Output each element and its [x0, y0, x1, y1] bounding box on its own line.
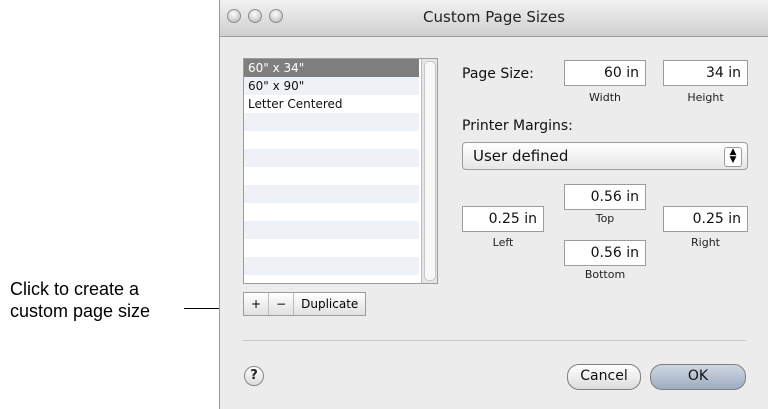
list-item[interactable] — [244, 221, 419, 239]
top-margin-field[interactable]: 0.56 in — [564, 184, 646, 210]
list-item[interactable] — [244, 257, 419, 275]
left-margin-label: Left — [492, 236, 514, 249]
bottom-margin-field[interactable]: 0.56 in — [564, 240, 646, 266]
list-button-group: + − Duplicate — [243, 292, 367, 316]
add-page-size-button[interactable]: + — [244, 293, 270, 315]
printer-margins-value: User defined — [473, 147, 569, 165]
custom-page-sizes-window: Custom Page Sizes 60" x 34" 60" x 90" Lett… — [219, 0, 768, 409]
width-label: Width — [589, 91, 621, 104]
remove-page-size-button[interactable]: − — [269, 293, 295, 315]
footer-divider — [243, 340, 746, 341]
right-margin-field[interactable]: 0.25 in — [663, 206, 748, 232]
page-size-list[interactable]: 60" x 34" 60" x 90" Letter Centered — [243, 58, 438, 284]
list-item[interactable] — [244, 131, 419, 149]
list-item[interactable] — [244, 167, 419, 185]
list-item[interactable] — [244, 203, 419, 221]
bottom-margin-label: Bottom — [584, 268, 626, 281]
page-size-list-rows: 60" x 34" 60" x 90" Letter Centered — [244, 59, 419, 275]
printer-margins-select[interactable]: User defined ▲ ▼ — [462, 142, 748, 170]
duplicate-page-size-button[interactable]: Duplicate — [294, 293, 365, 315]
callout-line-2: custom page size — [10, 301, 151, 321]
top-margin-label: Top — [595, 212, 615, 225]
page-width-field[interactable]: 60 in — [564, 60, 646, 86]
list-item[interactable] — [244, 185, 419, 203]
select-stepper-icon: ▲ ▼ — [724, 147, 742, 167]
height-label: Height — [687, 91, 724, 104]
ok-button[interactable]: OK — [650, 364, 746, 390]
list-item[interactable]: 60" x 90" — [244, 77, 419, 95]
list-scrollbar[interactable] — [421, 59, 437, 283]
callout-line-1: Click to create a — [10, 279, 140, 299]
help-icon[interactable]: ? — [244, 366, 264, 386]
list-item[interactable]: 60" x 34" — [244, 59, 419, 77]
page-size-label: Page Size: — [462, 66, 534, 82]
cancel-button[interactable]: Cancel — [567, 364, 641, 390]
list-item[interactable]: Letter Centered — [244, 95, 419, 113]
left-margin-field[interactable]: 0.25 in — [462, 206, 544, 232]
callout-text: Click to create a custom page size — [10, 278, 210, 322]
list-item[interactable] — [244, 113, 419, 131]
list-item[interactable] — [244, 239, 419, 257]
list-scroll-thumb[interactable] — [424, 61, 436, 281]
window-title: Custom Page Sizes — [423, 8, 565, 26]
title-bar: Custom Page Sizes — [220, 0, 768, 37]
list-item[interactable] — [244, 149, 419, 167]
printer-margins-label: Printer Margins: — [462, 118, 573, 134]
right-margin-label: Right — [691, 236, 720, 249]
page-height-field[interactable]: 34 in — [663, 60, 748, 86]
